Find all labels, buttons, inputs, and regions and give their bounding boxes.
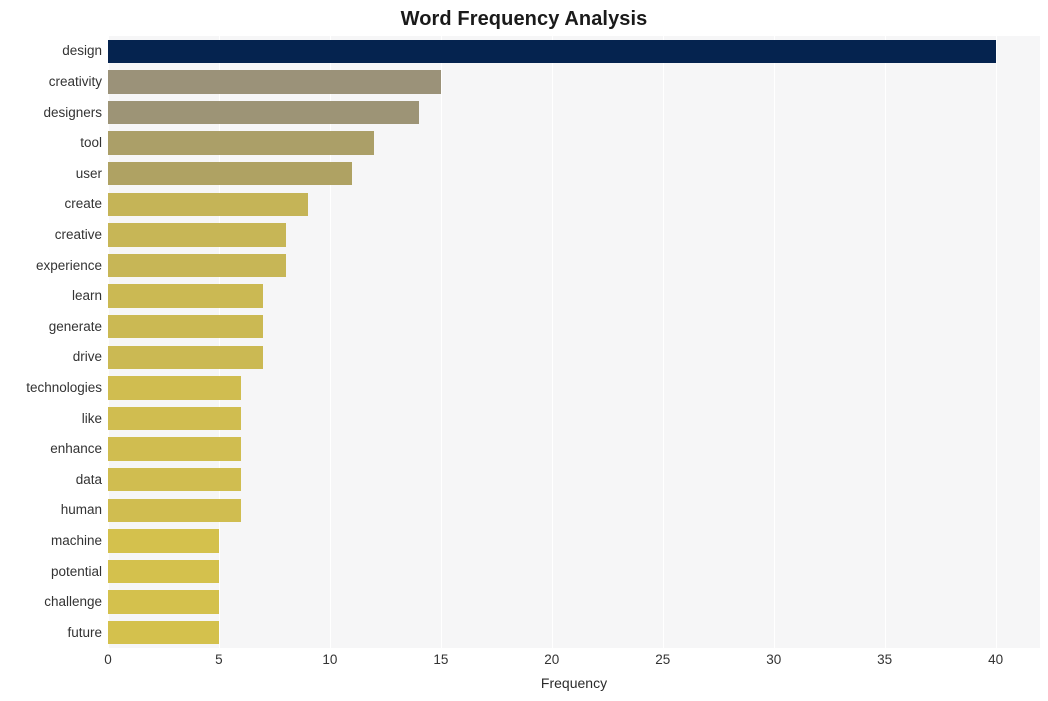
y-tick-label-create: create	[64, 196, 102, 212]
bar-user	[108, 161, 353, 186]
bar-row	[108, 131, 1040, 155]
bar-technologies	[108, 376, 242, 400]
x-axis-title: Frequency	[540, 675, 608, 691]
y-tick-label-human: human	[60, 502, 102, 518]
bar-designers	[108, 100, 419, 125]
bar-potential	[108, 559, 219, 584]
x-axis-tick-labels: 0 5 10 15 20 25 30 35 40	[0, 652, 1048, 674]
x-tick-label-40: 40	[988, 652, 1004, 667]
bar-row	[108, 529, 1040, 553]
y-tick-label-challenge: challenge	[44, 594, 102, 610]
x-tick-label-15: 15	[433, 652, 449, 667]
bar-row	[108, 253, 1040, 278]
y-axis-tick-labels: design creativity designers tool user create c…	[0, 36, 102, 648]
y-tick-label-creative: creative	[54, 226, 102, 242]
bar-experience	[108, 253, 286, 278]
bar-data	[108, 467, 242, 492]
bar-row	[108, 590, 1040, 614]
y-tick-label-creativity: creativity	[48, 73, 102, 89]
y-tick-label-drive: drive	[72, 349, 102, 365]
x-tick-label-20: 20	[544, 652, 560, 667]
bar-row	[108, 345, 1040, 370]
bar-row	[108, 161, 1040, 186]
bar-generate	[108, 314, 264, 339]
bar-future	[108, 620, 219, 645]
chart-figure: Word Frequency Analysis design creativity…	[0, 0, 1048, 701]
bars-layer	[108, 36, 1040, 648]
bar-tool	[108, 131, 375, 155]
bar-drive	[108, 345, 264, 370]
bar-like	[108, 406, 242, 431]
bar-human	[108, 498, 242, 523]
bar-creativity	[108, 70, 441, 94]
bar-design	[108, 39, 996, 64]
y-tick-label-technologies: technologies	[26, 379, 102, 395]
page-title: Word Frequency Analysis	[400, 8, 648, 30]
bar-create	[108, 192, 308, 217]
y-tick-label-enhance: enhance	[50, 441, 102, 457]
y-tick-label-data: data	[75, 471, 102, 487]
x-tick-label-25: 25	[655, 652, 671, 667]
y-tick-label-designers: designers	[43, 104, 102, 120]
bar-row	[108, 620, 1040, 645]
bar-row	[108, 100, 1040, 125]
x-tick-label-10: 10	[322, 652, 338, 667]
bar-row	[108, 284, 1040, 308]
x-tick-label-35: 35	[877, 652, 893, 667]
bar-row	[108, 376, 1040, 400]
bar-row	[108, 467, 1040, 492]
bar-row	[108, 192, 1040, 217]
x-tick-label-30: 30	[766, 652, 782, 667]
x-tick-label-0: 0	[104, 652, 112, 667]
y-tick-label-design: design	[62, 43, 102, 59]
y-tick-label-learn: learn	[71, 288, 102, 304]
bar-machine	[108, 529, 219, 553]
y-tick-label-potential: potential	[50, 563, 102, 579]
y-tick-label-generate: generate	[48, 318, 102, 334]
bar-creative	[108, 223, 286, 247]
y-tick-label-machine: machine	[50, 532, 102, 548]
bar-row	[108, 223, 1040, 247]
bar-challenge	[108, 590, 219, 614]
x-tick-label-5: 5	[215, 652, 223, 667]
y-tick-label-like: like	[81, 410, 102, 426]
bar-row	[108, 559, 1040, 584]
bar-learn	[108, 284, 264, 308]
bar-enhance	[108, 437, 242, 461]
y-tick-label-user: user	[75, 165, 102, 181]
bar-row	[108, 498, 1040, 523]
bar-row	[108, 406, 1040, 431]
y-tick-label-future: future	[67, 624, 102, 640]
bar-row	[108, 314, 1040, 339]
y-tick-label-experience: experience	[35, 257, 102, 273]
bar-row	[108, 39, 1040, 64]
bar-row	[108, 70, 1040, 94]
y-tick-label-tool: tool	[80, 135, 102, 151]
bar-row	[108, 437, 1040, 461]
